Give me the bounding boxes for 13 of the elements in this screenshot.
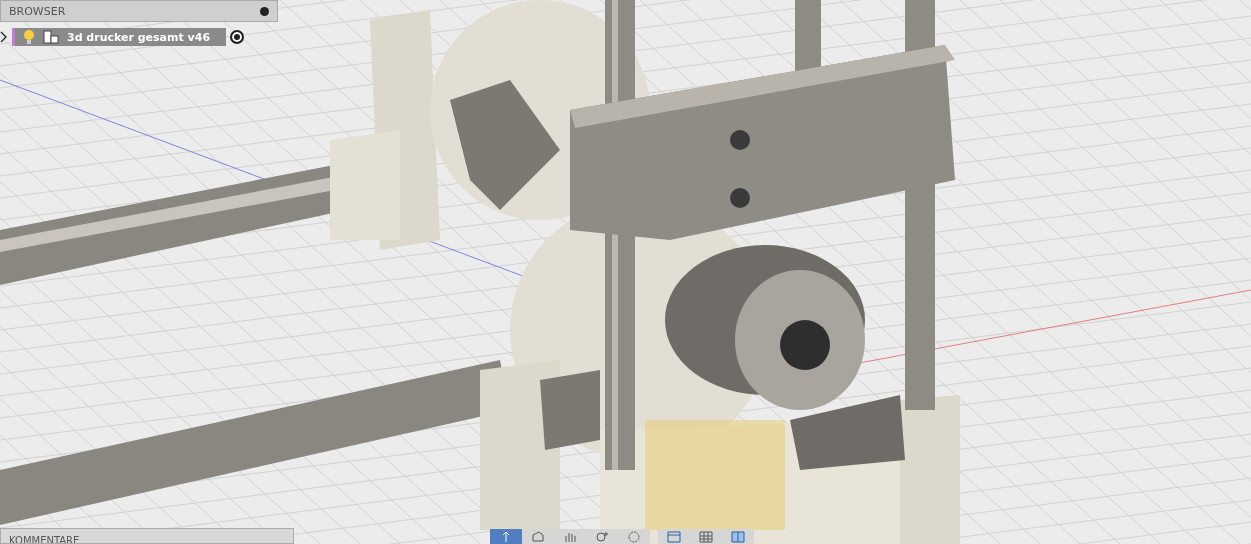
window-icon[interactable]: [667, 530, 681, 543]
select-tool-button[interactable]: [490, 529, 522, 544]
split-view-icon[interactable]: [731, 530, 745, 543]
collapse-icon[interactable]: [260, 6, 269, 16]
fit-icon[interactable]: [627, 530, 641, 543]
zoom-icon[interactable]: [595, 530, 609, 543]
component-icon: [43, 29, 59, 45]
grid-icon[interactable]: [699, 530, 713, 543]
component-item[interactable]: 3d drucker gesamt v46: [12, 28, 227, 46]
cad-viewport-drawing[interactable]: [0, 0, 1251, 544]
lightbulb-icon[interactable]: [23, 29, 35, 45]
panel-title: BROWSER: [9, 4, 66, 18]
component-name: 3d drucker gesamt v46: [67, 30, 211, 44]
